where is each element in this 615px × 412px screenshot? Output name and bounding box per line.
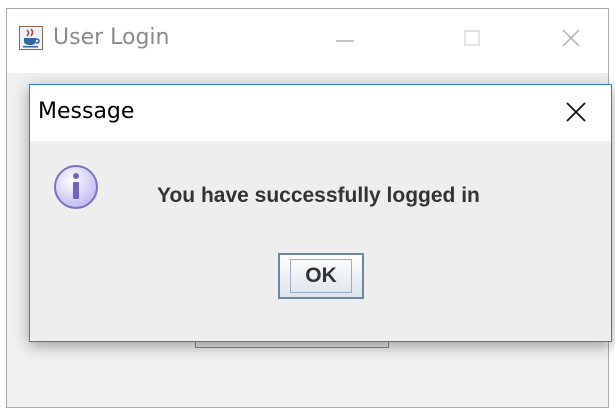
ok-button-label: OK <box>290 259 352 293</box>
ok-button[interactable]: OK <box>278 253 364 299</box>
close-icon[interactable] <box>553 23 589 53</box>
info-icon <box>52 163 100 211</box>
parent-title-bar[interactable]: User Login <box>7 9 608 73</box>
message-dialog: Message You have successfully logged in … <box>29 84 612 342</box>
maximize-icon[interactable] <box>454 23 490 53</box>
dialog-message: You have successfully logged in <box>157 184 480 207</box>
minimize-icon[interactable] <box>327 23 363 53</box>
java-cup-icon <box>19 26 43 50</box>
dialog-title-bar[interactable]: Message <box>30 85 611 141</box>
dialog-close-icon[interactable] <box>557 97 595 127</box>
dialog-title: Message <box>38 99 135 124</box>
parent-window-title: User Login <box>53 25 170 50</box>
